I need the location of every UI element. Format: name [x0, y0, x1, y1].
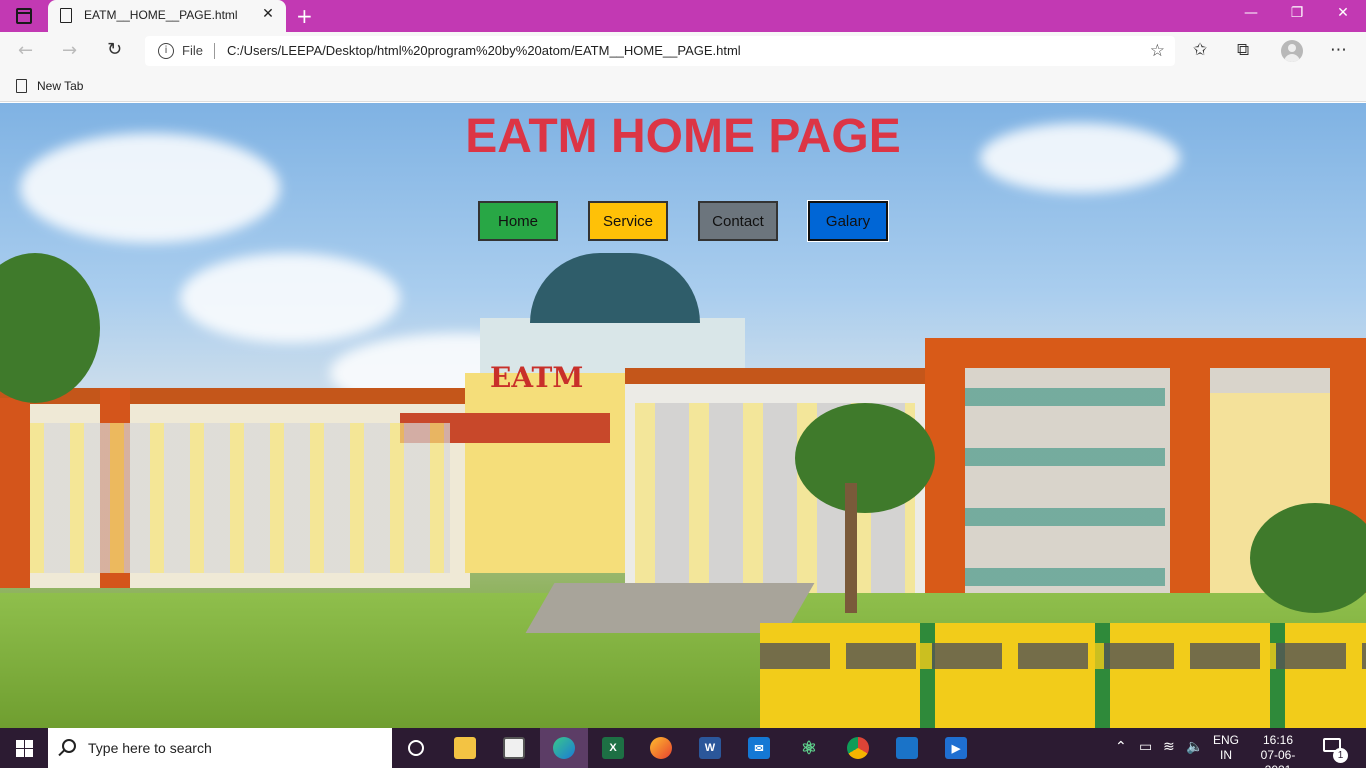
browser-toolbar: ← → ↻ i File C:/Users/LEEPA/Desktop/html…	[0, 32, 1366, 70]
mail-icon[interactable]: ✉	[735, 728, 783, 768]
search-placeholder: Type here to search	[88, 740, 212, 756]
service-button[interactable]: Service	[588, 201, 668, 241]
galary-button[interactable]: Galary	[808, 201, 888, 241]
page-title: EATM HOME PAGE	[465, 110, 901, 163]
clock[interactable]: 16:16 07-06-2021	[1248, 733, 1308, 768]
word-icon[interactable]: W	[686, 728, 734, 768]
input-language[interactable]: ENG IN	[1213, 733, 1239, 763]
add-favorite-icon[interactable]: ☆	[1150, 41, 1165, 61]
new-tab-button[interactable]: +	[296, 4, 313, 28]
tab-close-icon[interactable]: ✕	[260, 6, 276, 22]
tab-title: EATM__HOME__PAGE.html	[84, 8, 238, 22]
contact-button[interactable]: Contact	[698, 201, 778, 241]
language-code: ENG	[1213, 733, 1240, 747]
forward-arrow-icon[interactable]: →	[62, 40, 77, 61]
profile-avatar[interactable]	[1281, 40, 1303, 62]
atom-icon[interactable]: ⚛	[785, 728, 833, 768]
clock-date: 07-06-2021	[1260, 748, 1296, 768]
tab-actions-icon[interactable]	[16, 8, 32, 24]
taskbar-search[interactable]: Type here to search	[48, 728, 392, 768]
windows-taskbar: Type here to search X W ✉ ⚛ ▶ ⌃ ▭ ≋ 🔈 EN…	[0, 728, 1366, 768]
reload-icon[interactable]: ↻	[107, 39, 122, 60]
start-button[interactable]	[0, 728, 48, 768]
favorites-icon[interactable]: ✩	[1193, 40, 1207, 60]
file-scheme-label: File	[182, 43, 203, 58]
browser-tab[interactable]: EATM__HOME__PAGE.html ✕	[48, 0, 286, 32]
web-page: EATM EATM HOME PAGE Home Service Contact…	[0, 103, 1366, 728]
more-options-icon[interactable]: ⋯	[1330, 40, 1347, 60]
document-icon	[60, 8, 72, 23]
media-player-icon[interactable]: ▶	[932, 728, 980, 768]
notification-badge: 1	[1333, 748, 1348, 763]
excel-icon[interactable]: X	[589, 728, 637, 768]
minimize-button[interactable]: —	[1241, 5, 1261, 21]
volume-icon[interactable]: 🔈	[1186, 739, 1203, 755]
bookmark-label: New Tab	[37, 79, 84, 93]
document-icon	[16, 79, 27, 93]
bookmark-new-tab[interactable]: New Tab	[12, 76, 83, 96]
store-icon[interactable]	[490, 728, 538, 768]
clock-time: 16:16	[1262, 733, 1294, 747]
info-icon[interactable]: i	[158, 43, 174, 59]
home-button[interactable]: Home	[478, 201, 558, 241]
restore-button[interactable]: ❐	[1287, 5, 1307, 21]
edge-icon[interactable]	[540, 728, 588, 768]
building-sign: EATM	[490, 361, 584, 394]
close-window-button[interactable]: ✕	[1333, 5, 1353, 21]
photos-icon[interactable]	[883, 728, 931, 768]
chrome-icon[interactable]	[834, 728, 882, 768]
battery-icon[interactable]: ▭	[1139, 739, 1152, 755]
browser-title-bar: EATM__HOME__PAGE.html ✕ + — ❐ ✕	[0, 0, 1366, 32]
address-separator	[214, 43, 215, 59]
address-bar[interactable]: i File C:/Users/LEEPA/Desktop/html%20pro…	[145, 36, 1175, 66]
task-view-icon[interactable]	[392, 728, 440, 768]
show-hidden-icons-icon[interactable]: ⌃	[1115, 739, 1127, 755]
bookmarks-bar: New Tab	[0, 70, 1366, 102]
firefox-icon[interactable]	[637, 728, 685, 768]
search-icon	[62, 739, 76, 753]
url-text[interactable]: C:/Users/LEEPA/Desktop/html%20program%20…	[227, 43, 741, 58]
wifi-icon[interactable]: ≋	[1163, 739, 1175, 755]
file-explorer-icon[interactable]	[441, 728, 489, 768]
collections-icon[interactable]: ⧉	[1237, 40, 1249, 60]
back-arrow-icon[interactable]: ←	[18, 40, 33, 61]
region-code: IN	[1220, 748, 1232, 762]
